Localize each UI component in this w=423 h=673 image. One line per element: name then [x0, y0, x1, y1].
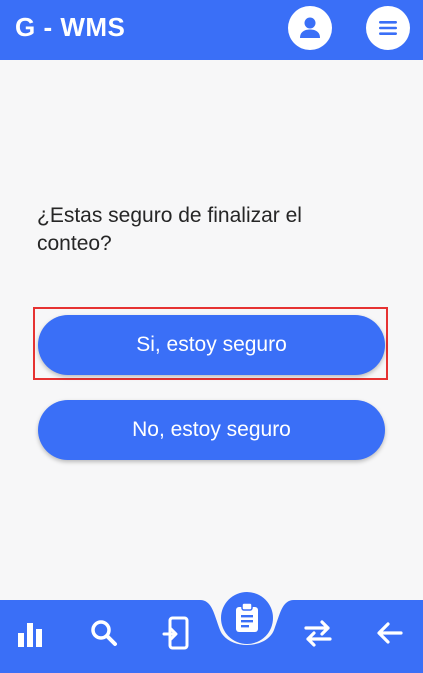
search-icon [91, 620, 117, 646]
app-header: G - WMS [0, 0, 423, 60]
clipboard-icon [236, 602, 258, 632]
nav-search[interactable] [84, 613, 124, 653]
confirm-button[interactable]: Si, estoy seguro [38, 315, 385, 375]
nav-device-login[interactable] [156, 613, 196, 653]
nav-transfer[interactable] [298, 613, 338, 653]
menu-button[interactable] [366, 6, 410, 50]
profile-button[interactable] [288, 6, 332, 50]
account-icon [300, 17, 320, 38]
bar-chart-icon [18, 623, 42, 647]
confirm-button-label: Si, estoy seguro [136, 333, 287, 356]
cancel-button[interactable]: No, estoy seguro [38, 400, 385, 460]
app-title: G - WMS [15, 12, 126, 42]
bottom-nav-background [0, 600, 423, 673]
menu-icon [379, 21, 397, 35]
bottom-navigation [0, 600, 423, 673]
nav-stats[interactable] [12, 614, 52, 654]
cancel-button-label: No, estoy seguro [132, 418, 291, 441]
swap-icon [304, 620, 332, 647]
nav-back[interactable] [370, 613, 410, 653]
phone-login-icon [162, 616, 189, 650]
confirmation-question: ¿Estas seguro de finalizar el conteo? [37, 204, 302, 255]
nav-count-fab[interactable] [221, 592, 273, 644]
arrow-back-icon [377, 622, 403, 644]
